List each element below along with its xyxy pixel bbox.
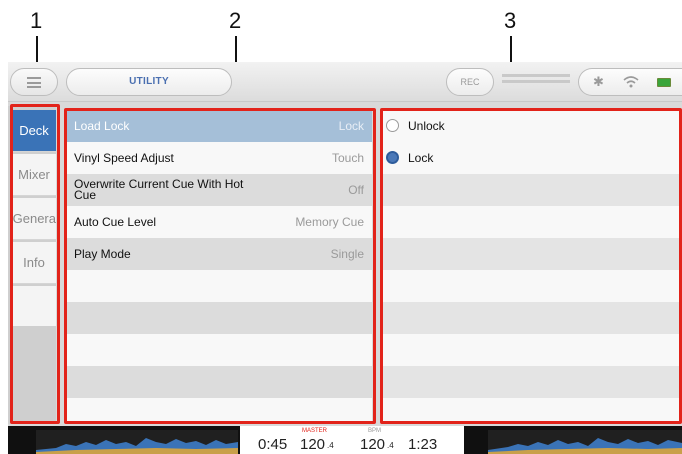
device-screen: UTILITY REC ✱ Deck Mixer Genera Info Loa… [8,62,682,454]
tempo-readout: 0:45 MASTER 120 .4 BPM 120 .4 1:23 [240,426,464,454]
master-bpm-decimal: .4 [327,441,334,450]
callout-3: 3 [504,8,517,33]
bpm-decimal: .4 [387,441,394,450]
menu-icon [27,77,41,88]
master-bpm: 120 [300,436,326,453]
time-left: 0:45 [258,436,288,453]
rec-button[interactable]: REC [446,68,494,96]
master-label: MASTER [302,428,328,434]
time-right: 1:23 [408,436,438,453]
page-title: UTILITY [66,68,232,96]
bpm-label: BPM [368,428,382,434]
callout-frame-1 [10,104,60,424]
bpm-value: 120 [360,436,386,453]
callout-frame-3 [380,108,682,424]
callout-2: 2 [229,8,242,33]
bluetooth-icon: ✱ [593,74,604,89]
battery-icon [657,78,671,87]
left-waveform [36,430,238,454]
callout-1: 1 [30,8,43,33]
wifi-icon [623,75,639,92]
menu-button[interactable] [10,68,58,96]
status-indicators: ✱ [578,68,682,96]
callout-frame-2 [64,108,376,424]
top-bar: UTILITY REC ✱ [8,62,682,102]
level-meter [502,72,570,92]
right-waveform [488,430,682,454]
